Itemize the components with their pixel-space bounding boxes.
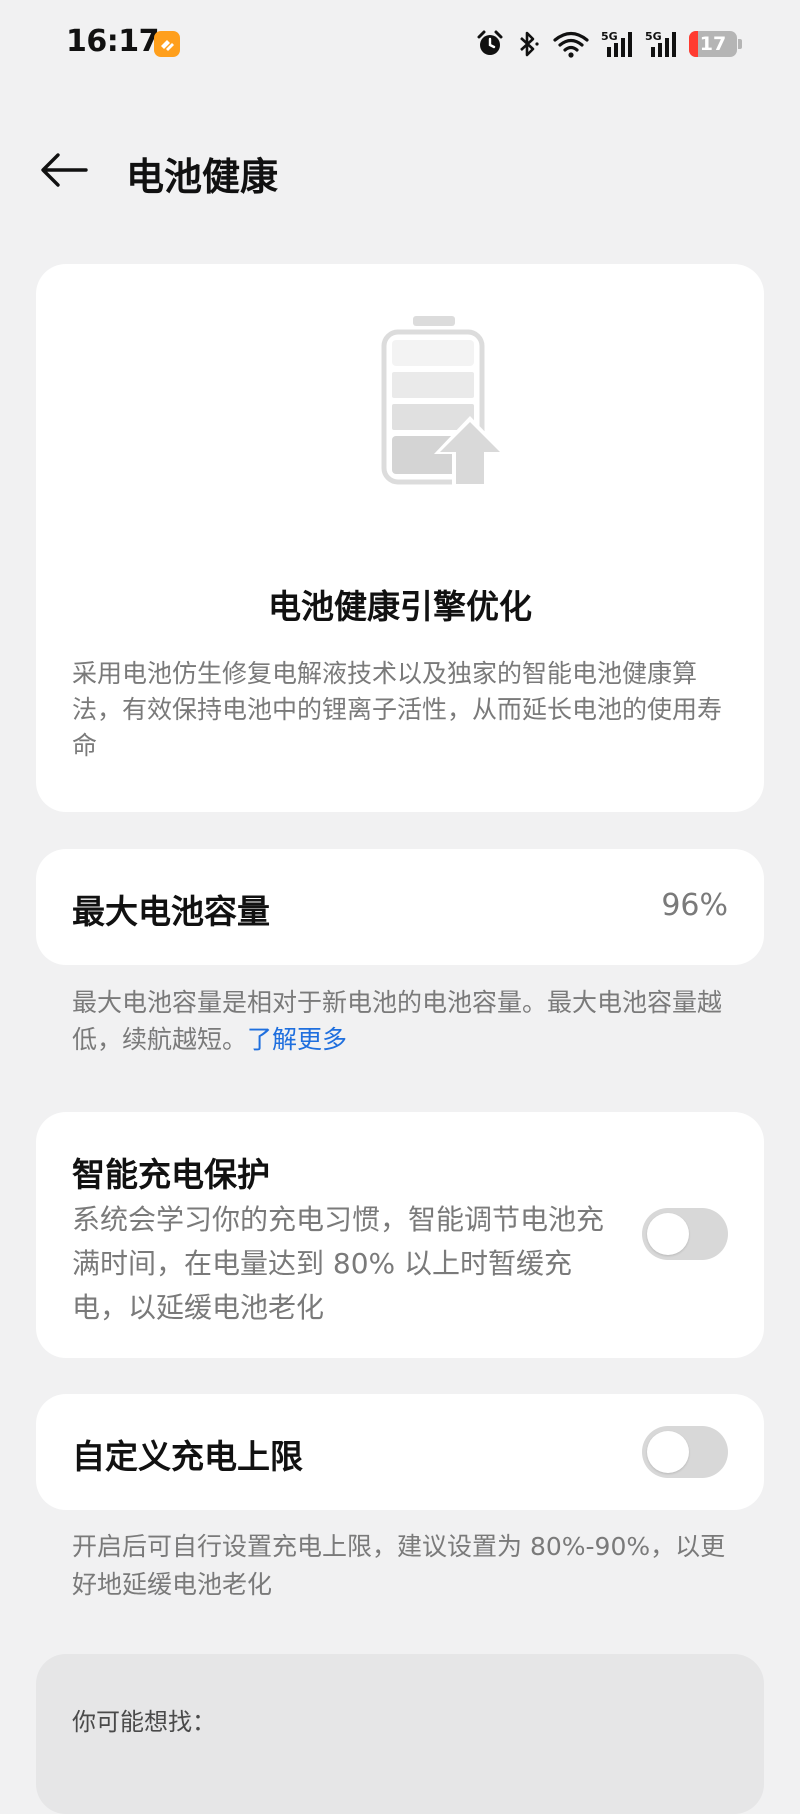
engine-description: 采用电池仿生修复电解液技术以及独家的智能电池健康算法，有效保持电池中的锂离子活性…: [72, 659, 723, 760]
alarm-icon: [475, 29, 505, 59]
capacity-note: 最大电池容量是相对于新电池的电池容量。最大电池容量越低，续航越短。了解更多: [72, 984, 732, 1058]
signal-5g-icon: 5G: [645, 29, 679, 59]
capacity-note-text: 最大电池容量是相对于新电池的电池容量。最大电池容量越低，续航越短。: [72, 988, 723, 1054]
header: 电池健康: [0, 120, 800, 220]
signal-5g-icon: 5G: [601, 29, 635, 59]
smart-charging-toggle[interactable]: [642, 1208, 728, 1260]
status-time: 16:17: [66, 24, 160, 59]
status-icons: 5G 5G 17: [475, 26, 742, 62]
back-arrow-icon: [41, 153, 88, 187]
battery-level: 17: [699, 33, 727, 55]
battery-icon: 17: [689, 31, 742, 57]
battery-engine-card: 电池健康引擎优化 采用电池仿生修复电解液技术以及独家的智能电池健康算法，有效保持…: [36, 264, 764, 812]
custom-limit-toggle[interactable]: [642, 1426, 728, 1478]
toggle-knob: [647, 1213, 689, 1255]
max-capacity-label: 最大电池容量: [72, 892, 270, 931]
custom-limit-note: 开启后可自行设置充电上限，建议设置为 80%-90%，以更好地延缓电池老化: [72, 1532, 726, 1599]
suggestions-title: 你可能想找：: [72, 1708, 216, 1736]
smart-charging-card: 智能充电保护 系统会学习你的充电习惯，智能调节电池充满时间，在电量达到 80% …: [36, 1112, 764, 1358]
bluetooth-icon: [515, 29, 541, 59]
learn-more-link[interactable]: 了解更多: [247, 1025, 347, 1054]
back-button[interactable]: [34, 146, 94, 194]
wifi-icon: [551, 29, 591, 59]
page-title: 电池健康: [126, 155, 279, 199]
custom-limit-card: 自定义充电上限: [36, 1394, 764, 1510]
max-capacity-row[interactable]: 最大电池容量 96%: [36, 849, 764, 965]
smart-charging-title: 智能充电保护: [72, 1155, 270, 1194]
toggle-knob: [647, 1431, 689, 1473]
app-notification-icon: [154, 31, 180, 57]
svg-text:5G: 5G: [601, 30, 618, 43]
svg-text:5G: 5G: [645, 30, 662, 43]
engine-title: 电池健康引擎优化: [268, 587, 532, 626]
status-bar: 16:17 5G 5G 17: [0, 0, 800, 92]
suggestions-card: 你可能想找：: [36, 1654, 764, 1814]
smart-charging-description: 系统会学习你的充电习惯，智能调节电池充满时间，在电量达到 80% 以上时暂缓充电…: [72, 1203, 605, 1324]
custom-limit-label: 自定义充电上限: [72, 1437, 303, 1476]
battery-upgrade-icon: [378, 316, 518, 488]
max-capacity-value: 96%: [661, 888, 728, 923]
